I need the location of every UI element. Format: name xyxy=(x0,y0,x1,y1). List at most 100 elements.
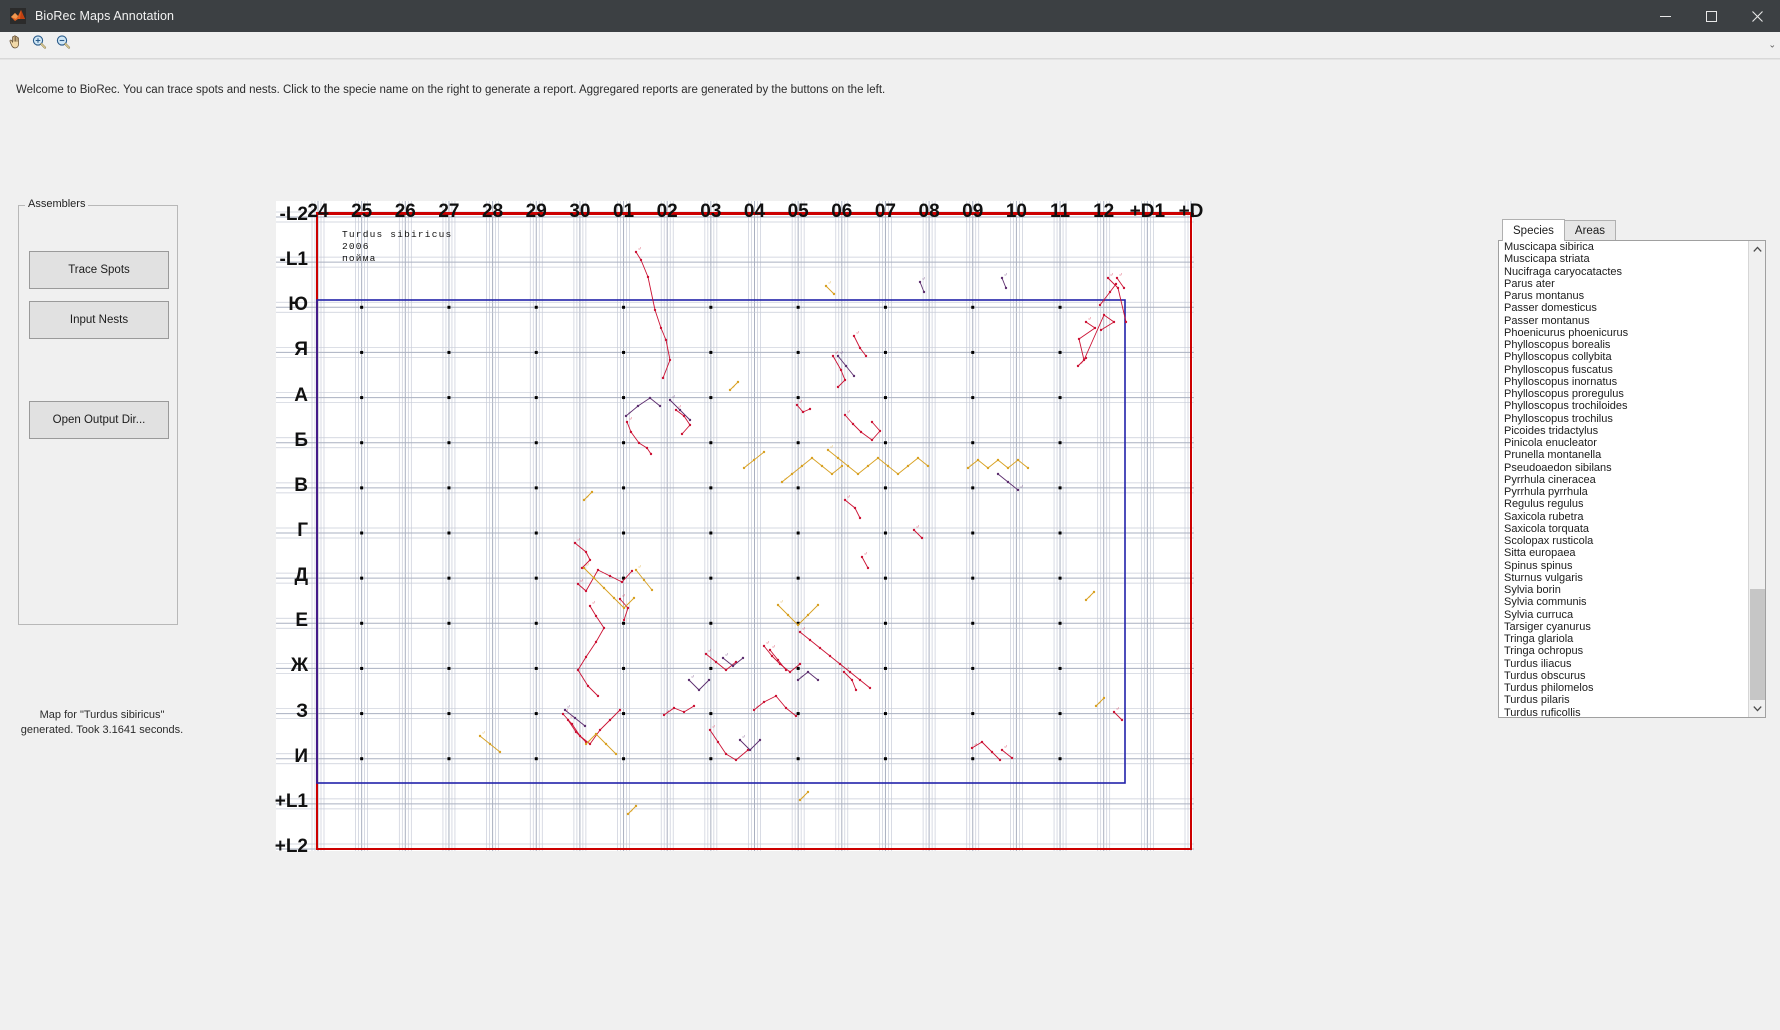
svg-text:♂: ♂ xyxy=(1119,271,1122,278)
toolbar-collapse-button[interactable]: ⌄ xyxy=(1768,40,1776,51)
trace-spots-button[interactable]: Trace Spots xyxy=(29,251,169,289)
species-panel: Species Areas Muscicapa sibiricaMuscicap… xyxy=(1498,220,1766,720)
x-axis-label: 08 xyxy=(905,201,953,223)
y-axis-label: +L1 xyxy=(266,791,308,813)
species-list-box: Muscicapa sibiricaMuscicapa striataNucif… xyxy=(1498,240,1766,718)
close-button[interactable] xyxy=(1734,0,1780,32)
x-axis-label: 07 xyxy=(861,201,909,223)
window-controls xyxy=(1642,0,1780,32)
species-list-item[interactable]: Pyrrhula pyrrhula xyxy=(1499,486,1748,498)
species-list-item[interactable]: Sitta europaea xyxy=(1499,547,1748,559)
species-list-item[interactable]: Turdus pilaris xyxy=(1499,694,1748,706)
species-list-item[interactable]: Regulus regulus xyxy=(1499,498,1748,510)
species-list-item[interactable]: Turdus philomelos xyxy=(1499,682,1748,694)
species-list-item[interactable]: Sylvia communis xyxy=(1499,596,1748,608)
species-list-item[interactable]: Pseudoaedon sibilans xyxy=(1499,462,1748,474)
species-list-item[interactable]: Passer domesticus xyxy=(1499,302,1748,314)
tab-species[interactable]: Species xyxy=(1502,219,1565,241)
species-list-item[interactable]: Sylvia curruca xyxy=(1499,609,1748,621)
svg-text:♂: ♂ xyxy=(756,703,759,710)
svg-text:♂: ♂ xyxy=(784,475,787,482)
species-list-item[interactable]: Passer montanus xyxy=(1499,315,1748,327)
y-axis-label: +L2 xyxy=(266,836,308,858)
species-list-item[interactable]: Pinicola enucleator xyxy=(1499,437,1748,449)
open-output-dir-button[interactable]: Open Output Dir... xyxy=(29,401,169,439)
species-list-item[interactable]: Phylloscopus trochiloides xyxy=(1499,400,1748,412)
svg-text:♂: ♂ xyxy=(800,673,803,680)
svg-text:♂: ♂ xyxy=(847,408,850,415)
species-list-item[interactable]: Prunella montanella xyxy=(1499,449,1748,461)
tab-areas[interactable]: Areas xyxy=(1564,220,1616,241)
svg-text:♂: ♂ xyxy=(864,550,867,557)
svg-text:♂: ♂ xyxy=(922,275,925,282)
y-axis-label: А xyxy=(266,385,308,407)
pan-tool-button[interactable] xyxy=(4,34,26,56)
svg-text:♂: ♂ xyxy=(580,577,583,584)
species-list-item[interactable]: Phylloscopus borealis xyxy=(1499,339,1748,351)
species-list-item[interactable]: Saxicola torquata xyxy=(1499,523,1748,535)
species-list-item[interactable]: Nucifraga caryocatactes xyxy=(1499,266,1748,278)
svg-text:♂: ♂ xyxy=(847,493,850,500)
species-list-scrollbar[interactable] xyxy=(1748,241,1765,717)
svg-text:♂: ♂ xyxy=(830,443,833,450)
species-list-item[interactable]: Muscicapa sibirica xyxy=(1499,241,1748,253)
x-axis-label: 27 xyxy=(425,201,473,223)
species-list-item[interactable]: Picoides tridactylus xyxy=(1499,425,1748,437)
y-axis-label: Д xyxy=(266,565,308,587)
svg-text:♂: ♂ xyxy=(828,279,831,286)
species-list-item[interactable]: Phylloscopus inornatus xyxy=(1499,376,1748,388)
territory-traces: ♂♂♂♂♂♂♂♂♂♂♂♂♂♂♂♂♂♂♂♂♂♂♂♂♂♂♂♂♂♂♂♂♂♂♂♂♂♂♂♂… xyxy=(479,245,1127,815)
species-list-item[interactable]: Muscicapa striata xyxy=(1499,253,1748,265)
species-list-item[interactable]: Phylloscopus trochilus xyxy=(1499,413,1748,425)
minimize-button[interactable] xyxy=(1642,0,1688,32)
title-bar: BioRec Maps Annotation xyxy=(0,0,1780,32)
map-title-line: Turdus sibiricus xyxy=(342,229,452,240)
species-list-item[interactable]: Tringa ochropus xyxy=(1499,645,1748,657)
y-axis-label: Ж xyxy=(266,655,308,677)
x-axis-label: 09 xyxy=(949,201,997,223)
species-list-item[interactable]: Phylloscopus fuscatus xyxy=(1499,364,1748,376)
chevron-down-icon[interactable] xyxy=(1749,700,1766,717)
x-axis-label: +D xyxy=(1167,201,1215,223)
svg-text:♂: ♂ xyxy=(746,461,749,468)
species-list-item[interactable]: Sylvia borin xyxy=(1499,584,1748,596)
species-list-item[interactable]: Scolopax rusticola xyxy=(1499,535,1748,547)
territory-traces-purple: ♂ ♂ ♂ ♂ ♂ ♂ ♂ ♂ ♂ ♂ ♂ xyxy=(564,271,1024,751)
maximize-button[interactable] xyxy=(1688,0,1734,32)
zoom-in-tool-button[interactable] xyxy=(28,34,50,56)
species-list-item[interactable]: Parus ater xyxy=(1499,278,1748,290)
zoom-out-tool-button[interactable] xyxy=(52,34,74,56)
x-axis-label: 30 xyxy=(556,201,604,223)
species-list-item[interactable]: Turdus obscurus xyxy=(1499,670,1748,682)
magnifier-plus-icon xyxy=(31,34,48,56)
svg-text:♂: ♂ xyxy=(666,708,669,715)
chevron-up-icon[interactable] xyxy=(1749,241,1766,258)
map-canvas[interactable]: ♂♂♂♂♂♂♂♂♂♂♂♂♂♂♂♂♂♂♂♂♂♂♂♂♂♂♂♂♂♂♂♂♂♂♂♂♂♂♂♂… xyxy=(276,201,1194,851)
x-axis-label: 12 xyxy=(1080,201,1128,223)
panel-tabs: Species Areas xyxy=(1498,220,1766,241)
species-list-item[interactable]: Phylloscopus proregulus xyxy=(1499,388,1748,400)
y-axis-label: -L2 xyxy=(266,204,308,226)
assemblers-panel: Assemblers Trace Spots Input Nests Open … xyxy=(18,205,178,625)
species-list[interactable]: Muscicapa sibiricaMuscicapa striataNucif… xyxy=(1499,241,1748,717)
y-axis-label: И xyxy=(266,746,308,768)
species-list-item[interactable]: Parus montanus xyxy=(1499,290,1748,302)
species-list-item[interactable]: Tringa glariola xyxy=(1499,633,1748,645)
species-list-item[interactable]: Turdus iliacus xyxy=(1499,658,1748,670)
map-title-line: 2006 xyxy=(342,241,370,252)
species-list-item[interactable]: Phylloscopus collybita xyxy=(1499,351,1748,363)
species-list-item[interactable]: Sturnus vulgaris xyxy=(1499,572,1748,584)
svg-text:♂: ♂ xyxy=(586,561,589,568)
species-list-item[interactable]: Spinus spinus xyxy=(1499,560,1748,572)
species-list-item[interactable]: Tarsiger cyanurus xyxy=(1499,621,1748,633)
species-list-item[interactable]: Saxicola rubetra xyxy=(1499,511,1748,523)
species-list-item[interactable]: Pyrrhula cineracea xyxy=(1499,474,1748,486)
species-list-item[interactable]: Turdus ruficollis xyxy=(1499,707,1748,718)
species-list-item[interactable]: Phoenicurus phoenicurus xyxy=(1499,327,1748,339)
svg-text:♂: ♂ xyxy=(1088,593,1091,600)
y-axis-label: В xyxy=(266,475,308,497)
svg-text:♂: ♂ xyxy=(1116,705,1119,712)
input-nests-button[interactable]: Input Nests xyxy=(29,301,169,339)
scrollbar-thumb[interactable] xyxy=(1750,589,1765,718)
svg-text:♂: ♂ xyxy=(577,536,580,543)
